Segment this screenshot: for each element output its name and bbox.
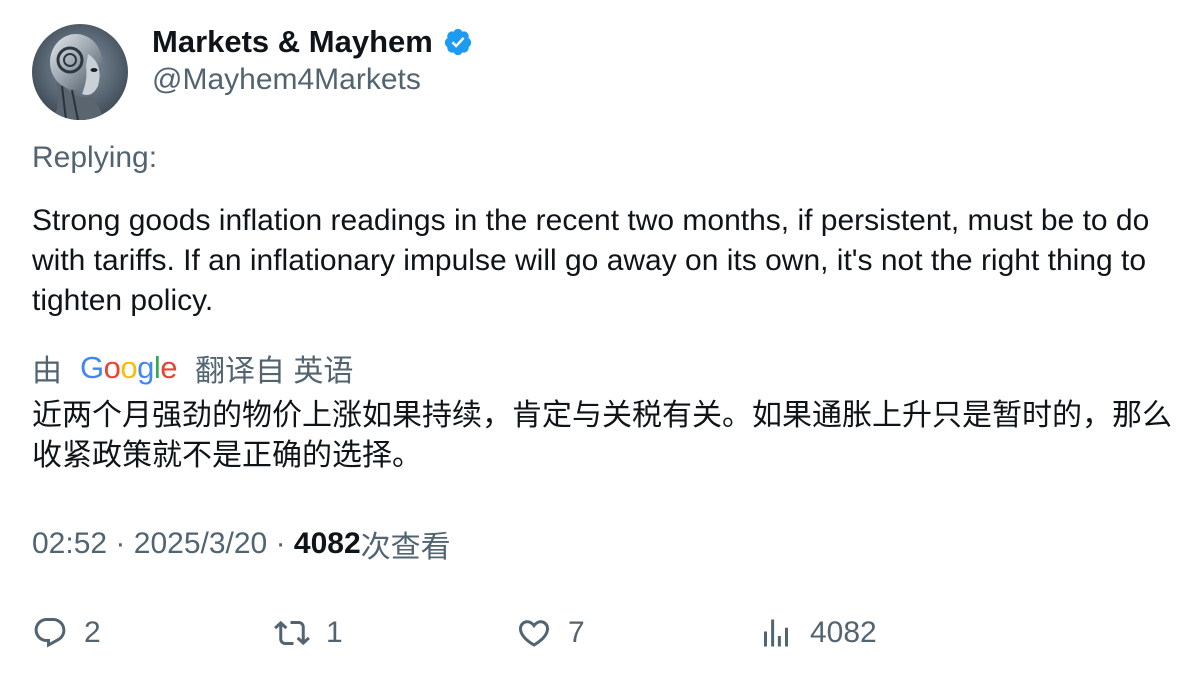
views-count: 4082 [293, 527, 361, 560]
translation-prefix: 由 [32, 355, 62, 388]
views-action-count: 4082 [810, 616, 877, 649]
display-name[interactable]: Markets & Mayhem [152, 24, 433, 60]
translation-label[interactable]: 翻译自 英语 [195, 346, 353, 390]
like-count: 7 [568, 616, 585, 649]
meta-separator: · [275, 527, 286, 560]
like-button[interactable]: 7 [516, 606, 585, 660]
translated-text: 近两个月强劲的物价上涨如果持续，肯定与关税有关。如果通胀上升只是暂时的，那么收紧… [32, 399, 1172, 472]
retweet-count: 1 [326, 616, 343, 649]
reply-count: 2 [84, 616, 101, 649]
tweet-time[interactable]: 02:52 [32, 527, 107, 561]
views-button[interactable]: 4082 [758, 606, 877, 660]
translation-attribution: 由 Google 翻译自 英语 [32, 348, 353, 388]
tweet-meta: 02:52 · 2025/3/20 · 4082 次查看 [32, 524, 451, 564]
tweet-date[interactable]: 2025/3/20 [134, 527, 267, 561]
action-bar: 2 1 7 4082 [0, 606, 1196, 660]
verified-badge-icon [443, 27, 473, 57]
tweet-text: Strong goods inflation readings in the r… [32, 204, 1150, 317]
retweet-icon [274, 615, 310, 651]
google-logo: Google [80, 350, 178, 385]
analytics-icon [758, 615, 794, 651]
tweet: Markets & Mayhem @Mayhem4Markets Replyin… [0, 0, 1196, 678]
user-handle[interactable]: @Mayhem4Markets [152, 63, 421, 97]
heart-icon [516, 615, 552, 651]
avatar[interactable] [32, 24, 128, 120]
meta-separator: · [115, 527, 126, 560]
views-label: 次查看 [360, 531, 451, 564]
reply-icon [32, 615, 68, 651]
reply-button[interactable]: 2 [32, 606, 101, 660]
replying-label: Replying: [32, 141, 158, 174]
robot-avatar-image [32, 24, 128, 120]
retweet-button[interactable]: 1 [274, 606, 343, 660]
name-row: Markets & Mayhem [152, 22, 473, 62]
